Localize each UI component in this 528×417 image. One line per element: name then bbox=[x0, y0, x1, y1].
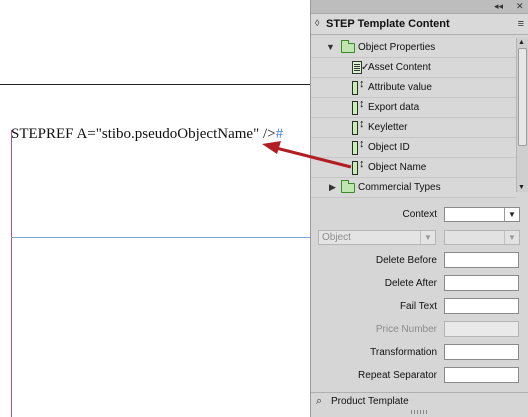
resize-grip[interactable] bbox=[411, 410, 429, 414]
scroll-up-icon[interactable]: ▲ bbox=[518, 39, 525, 46]
panel-top-strip: ◂◂ ✕ bbox=[311, 0, 528, 14]
transformation-label: Transformation bbox=[370, 347, 437, 358]
scroll-thumb[interactable] bbox=[518, 48, 527, 146]
object-type-select: Object ▼ bbox=[318, 230, 436, 245]
text-frame-left-edge bbox=[11, 130, 12, 417]
object-value-select: ▼ bbox=[444, 230, 520, 245]
tree-node-object-properties[interactable]: ▼ Object Properties bbox=[311, 38, 516, 58]
price-number-input bbox=[444, 321, 519, 337]
field-icon: ↕ bbox=[351, 78, 367, 95]
repeat-separator-input[interactable] bbox=[444, 367, 519, 383]
context-select[interactable]: ▼ bbox=[444, 207, 520, 222]
chevron-down-icon: ▼ bbox=[504, 231, 519, 244]
tree-node-attribute-value[interactable]: ↕ Attribute value bbox=[311, 78, 516, 98]
document-canvas[interactable]: STEPREF A="stibo.pseudoObjectName" /># bbox=[0, 0, 310, 417]
tree-node-label: Object ID bbox=[368, 142, 410, 153]
field-icon: ↕ bbox=[351, 98, 367, 115]
tree-node-label: Object Properties bbox=[358, 42, 436, 53]
delete-before-input[interactable] bbox=[444, 252, 519, 268]
delete-after-label: Delete After bbox=[384, 278, 437, 289]
field-icon: ↕ bbox=[351, 158, 367, 175]
tree-node-label: Object Name bbox=[368, 162, 427, 173]
baseline-guide bbox=[11, 237, 310, 238]
panel-title: STEP Template Content bbox=[326, 18, 450, 30]
folder-icon bbox=[341, 180, 355, 193]
delete-after-input[interactable] bbox=[444, 275, 519, 291]
product-template-icon[interactable]: ⌕ bbox=[316, 395, 322, 408]
tree-node-label: Attribute value bbox=[368, 82, 432, 93]
panel-menu-icon[interactable]: ≡ bbox=[518, 18, 524, 30]
field-icon: ↕ bbox=[351, 138, 367, 155]
chevron-down-icon: ▼ bbox=[420, 231, 435, 244]
transformation-input[interactable] bbox=[444, 344, 519, 360]
tree-node-label: Asset Content bbox=[368, 62, 431, 73]
collapsed-triangle-icon[interactable]: ▶ bbox=[329, 182, 336, 193]
collapse-panel-icon[interactable]: ◂◂ bbox=[494, 1, 503, 12]
template-code-text[interactable]: STEPREF A="stibo.pseudoObjectName" /># bbox=[11, 126, 283, 143]
repeat-separator-label: Repeat Separator bbox=[358, 370, 437, 381]
panel-expand-icon[interactable]: ◊ bbox=[315, 18, 319, 28]
tree-node-asset-content[interactable]: ✓ Asset Content bbox=[311, 58, 516, 78]
tree-scrollbar[interactable]: ▲ ▼ bbox=[516, 38, 528, 192]
tree-node-label: Keyletter bbox=[368, 122, 408, 133]
tree-node-label: Export data bbox=[368, 102, 420, 113]
tree-node-keyletter[interactable]: ↕ Keyletter bbox=[311, 118, 516, 138]
delete-before-label: Delete Before bbox=[375, 255, 437, 266]
fail-text-label: Fail Text bbox=[399, 301, 437, 312]
tree-node-label: Commercial Types bbox=[358, 182, 441, 193]
code-tag: STEPREF A="stibo.pseudoObjectName" /> bbox=[11, 126, 276, 142]
product-template-label[interactable]: Product Template bbox=[331, 396, 409, 407]
close-panel-icon[interactable]: ✕ bbox=[516, 1, 524, 12]
chevron-down-icon: ▼ bbox=[504, 208, 519, 221]
expanded-triangle-icon[interactable]: ▼ bbox=[326, 42, 335, 52]
price-number-label: Price Number bbox=[375, 324, 437, 335]
tree-node-export-data[interactable]: ↕ Export data bbox=[311, 98, 516, 118]
scroll-down-icon[interactable]: ▼ bbox=[518, 184, 525, 191]
folder-icon bbox=[341, 40, 355, 53]
field-icon: ↕ bbox=[351, 118, 367, 135]
panel-bottom-bar: ⌕ Product Template bbox=[311, 392, 528, 410]
step-template-panel: ◂◂ ✕ ◊ STEP Template Content ≡ ▼ Object … bbox=[310, 0, 528, 417]
text-frame-top-edge bbox=[0, 84, 310, 85]
end-of-story-marker: # bbox=[275, 126, 284, 142]
fail-text-input[interactable] bbox=[444, 298, 519, 314]
panel-title-bar: ◊ STEP Template Content ≡ bbox=[311, 14, 528, 35]
tree-node-commercial-types[interactable]: ▶ Commercial Types bbox=[311, 178, 516, 198]
tree-node-object-name[interactable]: ↕ Object Name bbox=[311, 158, 516, 178]
asset-content-icon: ✓ bbox=[351, 60, 369, 75]
tree-node-object-id[interactable]: ↕ Object ID bbox=[311, 138, 516, 158]
template-content-tree: ▼ Object Properties ✓ Asset Content ↕ At… bbox=[311, 38, 516, 198]
context-label: Context bbox=[402, 209, 437, 220]
